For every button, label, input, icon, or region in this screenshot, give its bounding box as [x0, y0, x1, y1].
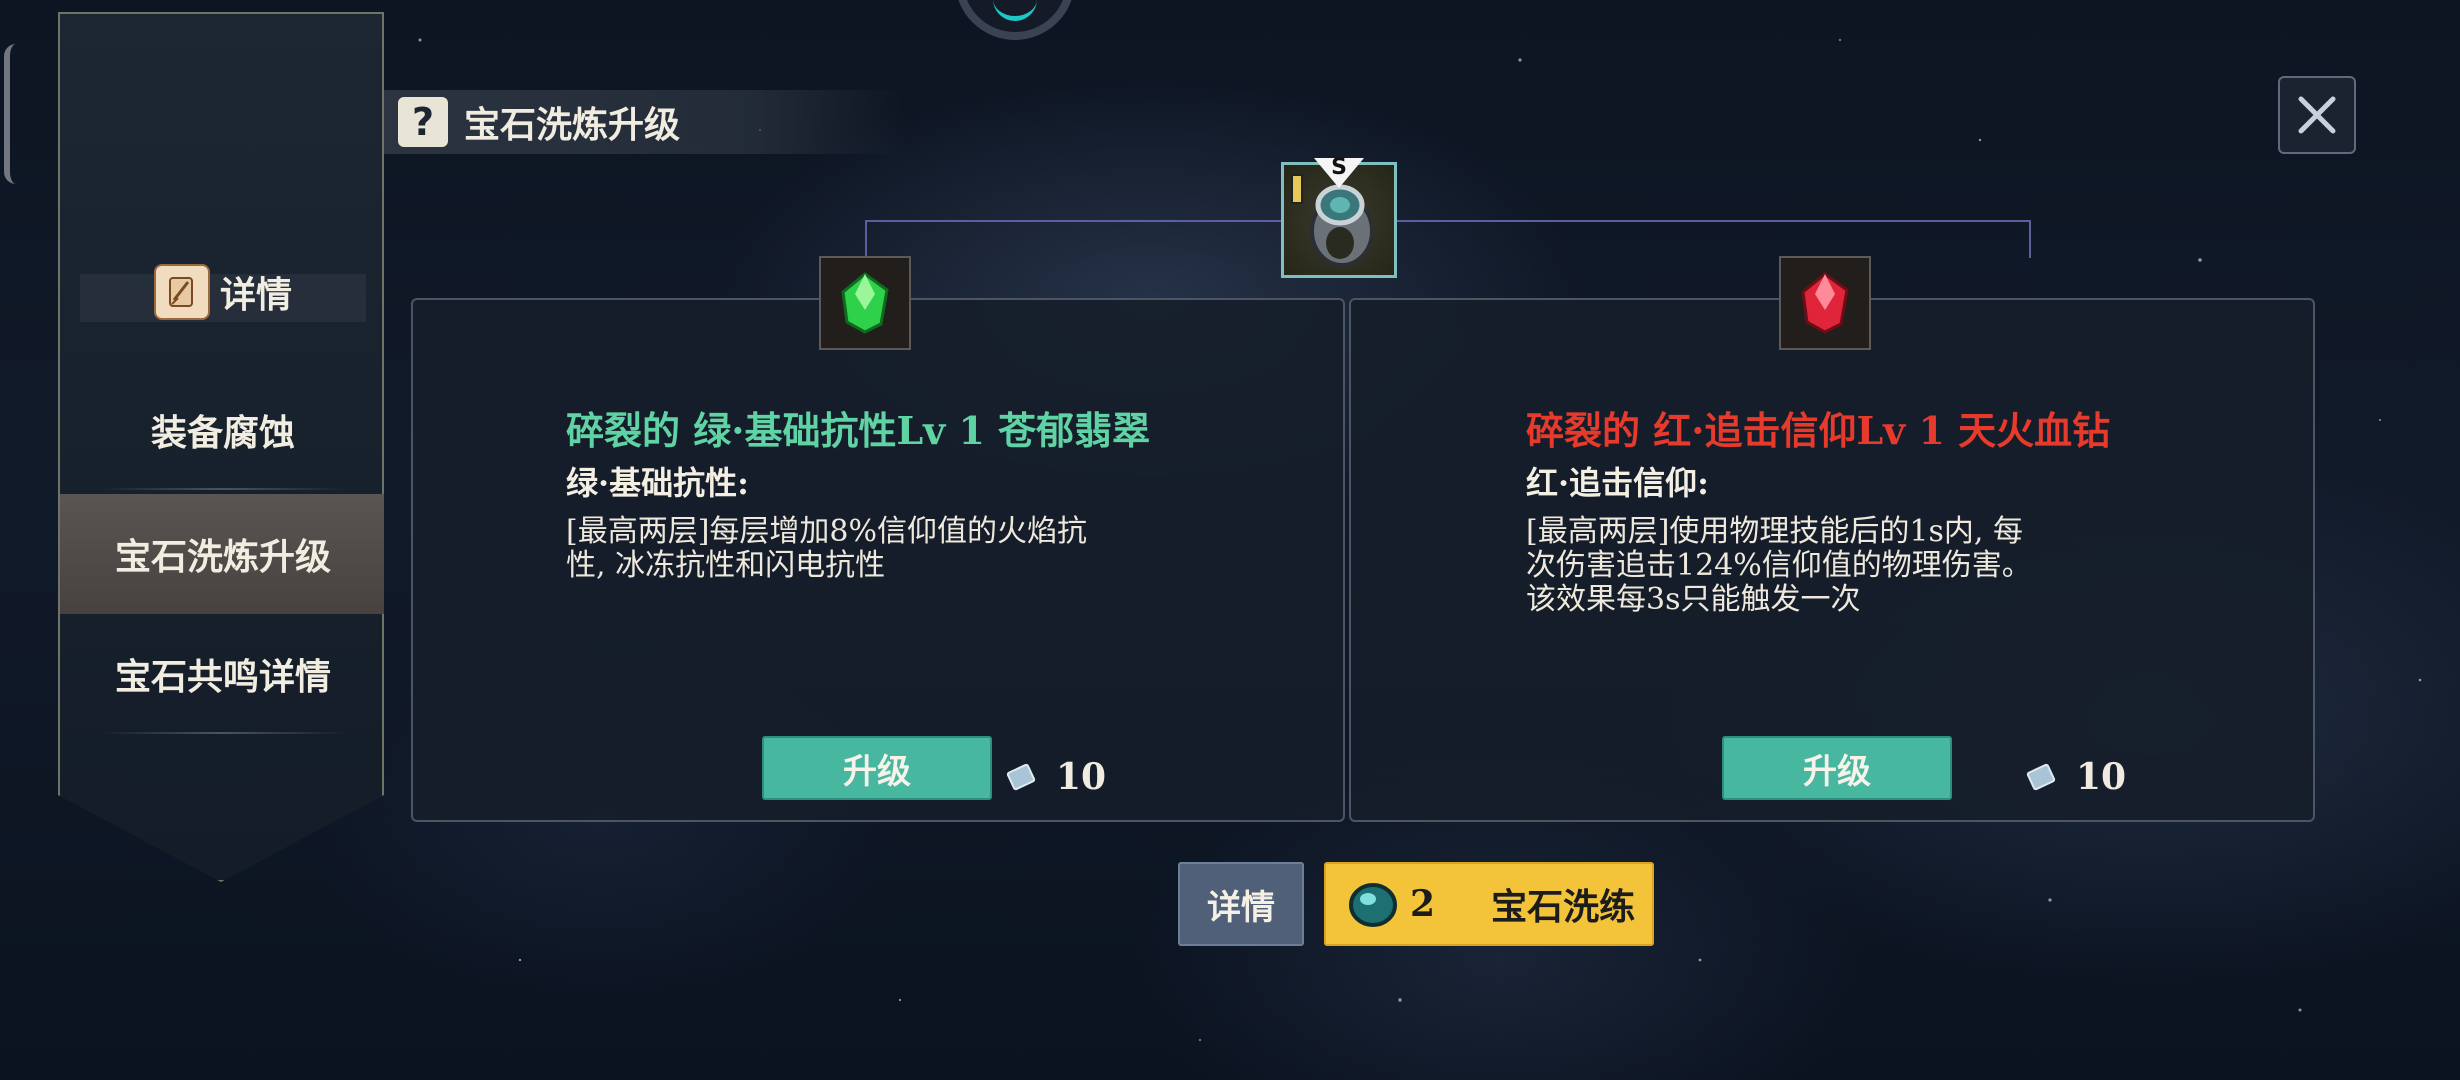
upgrade-button-red[interactable]: 升级 — [1722, 736, 1952, 800]
sidebar-item-gem-refine-upgrade[interactable]: 宝石洗炼升级 — [60, 494, 384, 614]
refine-button-label: 宝石洗练 — [1491, 886, 1636, 928]
sidebar-item-detail[interactable]: 详情 — [60, 254, 384, 330]
scroll-icon — [153, 264, 210, 320]
sidebar: 详情 装备腐蚀 宝石洗炼升级 宝石共鸣详情 — [58, 12, 384, 882]
ticket-icon — [1006, 763, 1036, 791]
green-gem-icon — [841, 272, 889, 334]
help-icon[interactable]: ? — [398, 97, 448, 147]
red-gem-icon — [1801, 272, 1849, 334]
edge-handle[interactable] — [4, 44, 16, 184]
top-avatar-orb[interactable] — [955, 0, 1075, 40]
gem-title-green: 碎裂的 绿·基础抗性Lv 1 苍郁翡翠 — [566, 408, 1151, 453]
connector-line — [2029, 220, 2031, 258]
page-title: 宝石洗炼升级 — [464, 104, 681, 146]
connector-line — [865, 220, 867, 258]
gem-description-green-line-1: [最高两层]每层增加8%信仰值的火焰抗 — [566, 514, 1088, 549]
upgrade-button-green[interactable]: 升级 — [762, 736, 992, 800]
gem-stat-name-red: 红·追击信仰: — [1526, 464, 1709, 502]
gem-description-red-line-3: 该效果每3s只能触发一次 — [1526, 582, 1861, 617]
page-header: ? 宝石洗炼升级 — [384, 90, 904, 154]
gem-description-red-line-1: [最高两层]使用物理技能后的1s内, 每 — [1526, 514, 2023, 549]
gem-description-red-line-2: 次伤害追击124%信仰值的物理伤害。 — [1526, 548, 2032, 583]
grade-badge: S — [1306, 158, 1372, 188]
gem-stat-name-green: 绿·基础抗性: — [566, 464, 749, 502]
close-button[interactable] — [2278, 76, 2356, 154]
sidebar-item-equipment-corrosion[interactable]: 装备腐蚀 — [60, 370, 384, 490]
gem-description-green-line-2: 性, 冰冻抗性和闪电抗性 — [566, 548, 886, 583]
detail-button[interactable]: 详情 — [1178, 862, 1304, 946]
sidebar-item-label: 详情 — [219, 274, 292, 316]
gem-slot-red[interactable] — [1779, 256, 1871, 350]
connector-line — [865, 220, 2031, 222]
refine-stone-icon — [1349, 883, 1397, 927]
sidebar-item-label: 宝石洗炼升级 — [114, 536, 331, 578]
upgrade-cost-green: 10 — [1006, 756, 1106, 798]
sidebar-item-gem-resonance-detail[interactable]: 宝石共鸣详情 — [60, 614, 384, 734]
gem-slot-green[interactable] — [819, 256, 911, 350]
refine-stone-count: 2 — [1410, 883, 1436, 925]
gem-title-red: 碎裂的 红·追击信仰Lv 1 天火血钻 — [1526, 408, 2111, 453]
upgrade-cost-red: 10 — [2026, 756, 2126, 798]
close-icon — [2298, 96, 2336, 134]
gem-refine-button[interactable]: 2 宝石洗练 — [1324, 862, 1654, 946]
sidebar-item-label: 装备腐蚀 — [150, 412, 295, 454]
sidebar-item-label: 宝石共鸣详情 — [114, 656, 331, 698]
ticket-icon — [2026, 763, 2056, 791]
